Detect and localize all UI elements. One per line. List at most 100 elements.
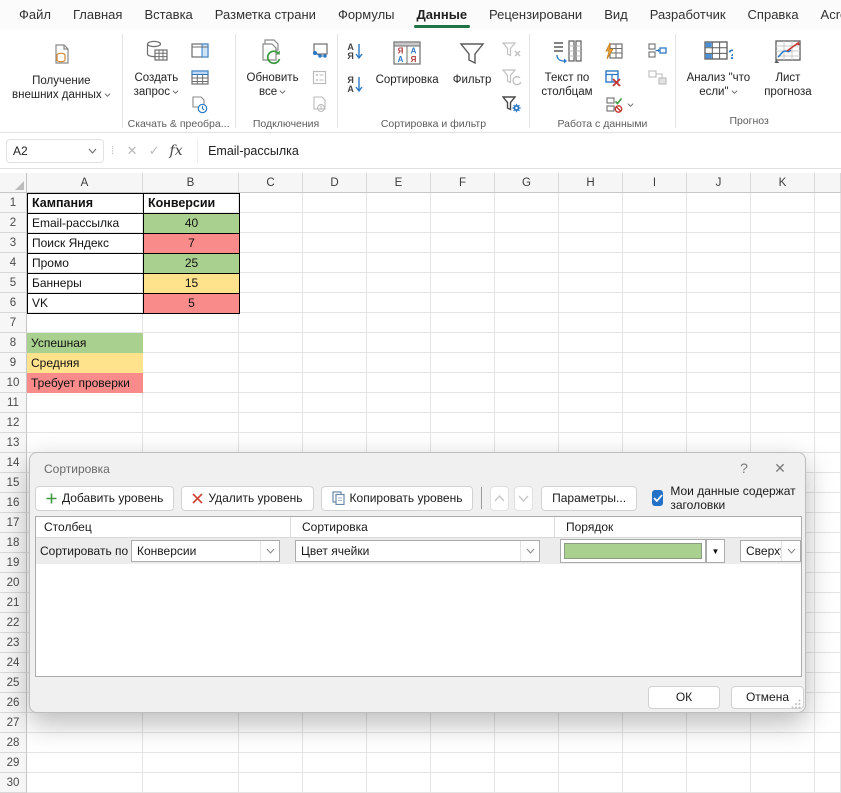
advanced-filter-icon[interactable] [498,92,525,117]
copy-level-button[interactable]: Копировать уровень [321,486,474,511]
row-header[interactable]: 21 [0,593,27,613]
dialog-help-icon[interactable]: ? [735,460,753,476]
column-header[interactable]: E [367,173,431,193]
dialog-close-icon[interactable]: ✕ [771,460,789,477]
cell[interactable]: 40 [143,213,240,234]
row-header[interactable]: 10 [0,373,27,393]
sort-column-select[interactable]: Конверсии [131,540,280,562]
cell[interactable]: Успешная [27,333,143,353]
cell[interactable]: Баннеры [27,273,144,294]
column-header[interactable]: A [27,173,143,193]
row-header[interactable]: 14 [0,453,27,473]
text-to-columns-button[interactable]: Текст по столбцам [534,33,599,101]
options-button[interactable]: Параметры... [541,486,637,511]
move-level-up-button[interactable] [490,486,509,511]
formula-input[interactable]: Email-рассылка [197,139,833,163]
what-if-analysis-button[interactable]: ? Анализ "что если" [680,33,758,101]
cell[interactable]: Средняя [27,353,143,373]
sort-descending-icon[interactable]: ЯА [342,72,369,97]
column-header[interactable]: K [751,173,815,193]
tab-page-layout[interactable]: Разметка страни [204,1,327,29]
cell[interactable]: 25 [143,253,240,274]
tab-review[interactable]: Рецензировани [478,1,593,29]
consolidate-icon[interactable] [644,38,671,63]
cell[interactable]: Конверсии [143,193,240,214]
row-header[interactable]: 16 [0,493,27,513]
reapply-filter-icon[interactable] [498,65,525,90]
row-header[interactable]: 6 [0,293,27,313]
row-header[interactable]: 29 [0,753,27,773]
row-header[interactable]: 7 [0,313,27,333]
cancel-entry-icon[interactable]: ✕ [121,143,143,159]
row-header[interactable]: 13 [0,433,27,453]
row-header[interactable]: 9 [0,353,27,373]
move-level-down-button[interactable] [514,486,533,511]
tab-home[interactable]: Главная [62,1,133,29]
row-header[interactable]: 23 [0,633,27,653]
row-header[interactable]: 22 [0,613,27,633]
remove-duplicates-icon[interactable] [600,65,627,90]
tab-formulas[interactable]: Формулы [327,1,406,29]
column-header[interactable]: J [687,173,751,193]
clear-filter-icon[interactable] [498,38,525,63]
row-header[interactable]: 28 [0,733,27,753]
recent-sources-icon[interactable] [186,92,213,117]
filter-button[interactable]: Фильтр [446,33,499,89]
row-header[interactable]: 3 [0,233,27,253]
row-header[interactable]: 25 [0,673,27,693]
sort-dialog-button[interactable]: ЯААЯ Сортировка [369,33,446,89]
row-header[interactable]: 24 [0,653,27,673]
from-table-icon[interactable] [186,65,213,90]
show-queries-icon[interactable] [186,38,213,63]
tab-developer[interactable]: Разработчик [639,1,737,29]
tab-data[interactable]: Данные [406,1,479,29]
my-data-has-headers-checkbox[interactable] [652,490,663,506]
tab-insert[interactable]: Вставка [133,1,203,29]
row-header[interactable]: 4 [0,253,27,273]
sort-on-select[interactable]: Цвет ячейки [295,540,540,562]
column-header[interactable]: D [303,173,367,193]
row-header[interactable]: 20 [0,573,27,593]
row-header[interactable]: 5 [0,273,27,293]
select-all-corner[interactable] [0,173,27,193]
row-header[interactable]: 11 [0,393,27,413]
cell[interactable]: VK [27,293,144,314]
tab-file[interactable]: Файл [8,1,62,29]
row-header[interactable]: 30 [0,773,27,793]
row-header[interactable]: 19 [0,553,27,573]
row-header[interactable]: 18 [0,533,27,553]
row-header[interactable]: 12 [0,413,27,433]
row-header[interactable]: 27 [0,713,27,733]
ok-button[interactable]: ОК [648,686,720,709]
add-level-button[interactable]: Добавить уровень [35,486,174,511]
cell[interactable]: 7 [143,233,240,254]
row-header[interactable]: 2 [0,213,27,233]
column-header[interactable]: B [143,173,239,193]
cell[interactable]: Кампания [27,193,144,214]
resize-grip[interactable] [791,699,801,709]
row-header[interactable]: 17 [0,513,27,533]
cell[interactable]: Поиск Яндекс [27,233,144,254]
order-position-select[interactable]: Сверху [740,540,801,562]
order-color-dropdown-button[interactable]: ▼ [706,539,725,563]
column-header[interactable]: H [559,173,623,193]
edit-links-icon[interactable] [306,92,333,117]
connections-icon[interactable] [306,38,333,63]
row-header[interactable]: 1 [0,193,27,213]
tab-view[interactable]: Вид [593,1,639,29]
cell[interactable]: Требует проверки [27,373,143,393]
data-validation-icon[interactable] [600,92,640,117]
cell[interactable]: 15 [143,273,240,294]
get-external-data-button[interactable]: Получение внешних данных [5,33,118,104]
cell[interactable]: Email-рассылка [27,213,144,234]
insert-function-icon[interactable]: fx [165,143,187,159]
cell[interactable]: Промо [27,253,144,274]
delete-level-button[interactable]: Удалить уровень [181,486,313,511]
column-header[interactable]: G [495,173,559,193]
column-header[interactable]: I [623,173,687,193]
row-header[interactable]: 26 [0,693,27,713]
enter-entry-icon[interactable]: ✓ [143,143,165,159]
row-header[interactable]: 15 [0,473,27,493]
name-box[interactable]: A2 [6,139,104,163]
tab-acrobat[interactable]: Acrobat [810,1,841,29]
